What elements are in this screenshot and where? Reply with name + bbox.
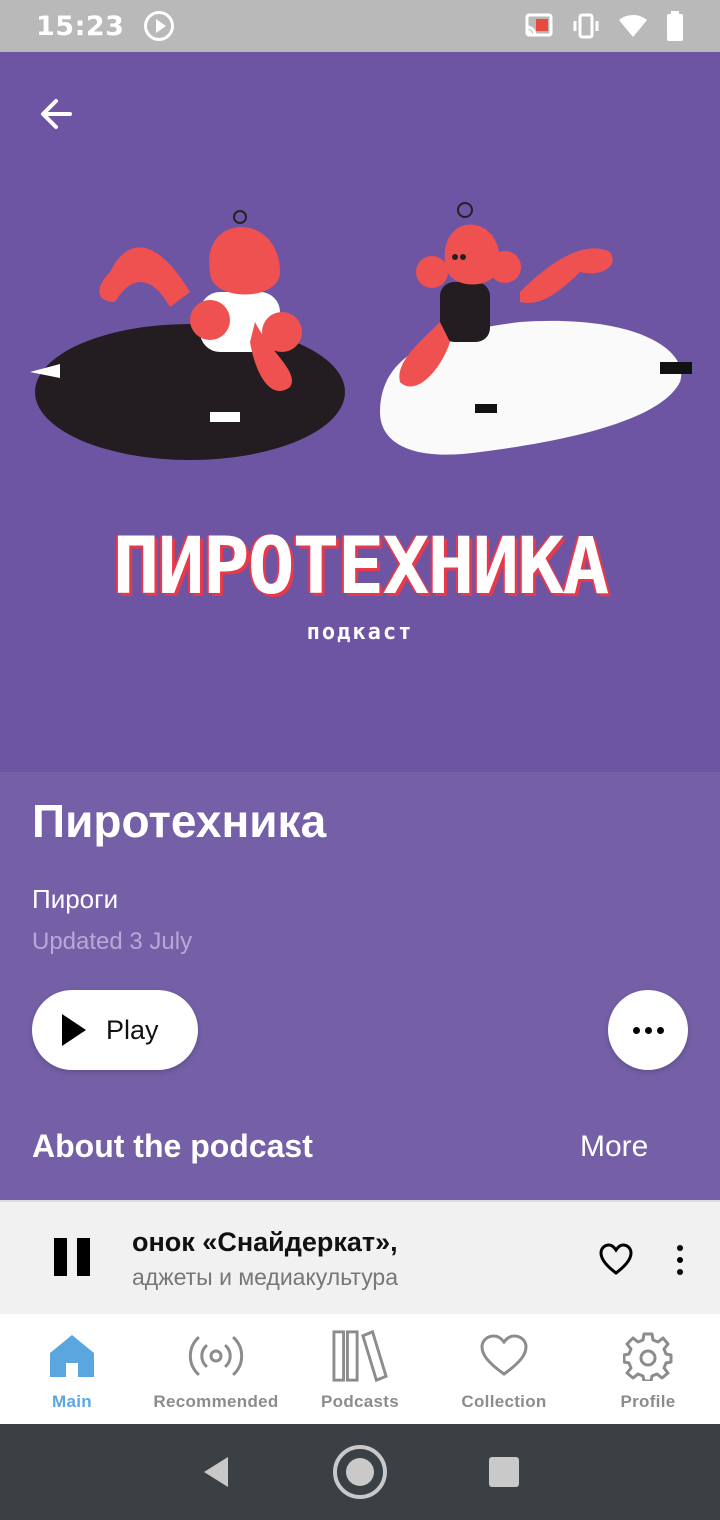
podcast-author[interactable]: Пироги	[32, 884, 118, 915]
status-icons	[524, 11, 684, 41]
dot-icon	[677, 1269, 683, 1275]
about-heading: About the podcast	[32, 1128, 313, 1164]
nav-label: Collection	[461, 1392, 547, 1411]
nav-item-recommended[interactable]: Recommended	[144, 1314, 288, 1424]
broadcast-icon	[188, 1328, 244, 1384]
nav-label: Profile	[620, 1392, 676, 1411]
podcast-updated-date: Updated 3 July	[32, 928, 193, 955]
dot-icon	[644, 1026, 652, 1034]
play-label: Play	[106, 1014, 159, 1045]
nav-item-main[interactable]: Main	[0, 1314, 144, 1424]
books-icon	[332, 1328, 388, 1384]
nav-label: Recommended	[153, 1392, 279, 1411]
status-bar: 15:23	[0, 0, 720, 52]
cover-subtitle-art: подкаст	[306, 620, 414, 645]
nav-item-profile[interactable]: Profile	[576, 1314, 720, 1424]
more-options-button[interactable]	[608, 990, 688, 1070]
heart-outline-icon	[599, 1243, 633, 1275]
mini-player-menu-button[interactable]	[668, 1240, 692, 1280]
like-button[interactable]	[598, 1242, 634, 1278]
cover-illustration	[30, 202, 692, 460]
wifi-icon	[619, 14, 647, 37]
media-playing-icon	[144, 11, 175, 41]
dot-icon	[677, 1257, 683, 1263]
mini-player-subtitle: аджеты и медиакультура	[132, 1264, 399, 1290]
mini-player-text[interactable]: онок «Снайдеркат», аджеты и медиакультур…	[132, 1224, 542, 1294]
pause-button[interactable]	[54, 1238, 90, 1276]
podcast-cover-art: ПИРОТЕХНИКА подкаст	[0, 52, 720, 772]
mini-player-title: онок «Снайдеркат»,	[132, 1227, 398, 1257]
pause-bar	[77, 1238, 90, 1276]
heart-icon	[476, 1328, 532, 1384]
about-more-link[interactable]: More	[580, 1130, 648, 1164]
cast-icon	[525, 13, 553, 37]
podcast-title: Пиротехника	[32, 795, 327, 847]
mini-player[interactable]: онок «Снайдеркат», аджеты и медиакультур…	[0, 1200, 720, 1314]
system-recents-icon[interactable]	[488, 1456, 520, 1488]
nav-item-podcasts[interactable]: Podcasts	[288, 1314, 432, 1424]
battery-icon	[667, 11, 683, 41]
play-button[interactable]: Play	[32, 990, 198, 1070]
system-home-icon[interactable]	[331, 1443, 389, 1501]
system-nav-bar	[0, 1424, 720, 1520]
nav-label: Podcasts	[321, 1392, 399, 1411]
dot-icon	[656, 1026, 664, 1034]
cover-title-art: ПИРОТЕХНИКА	[112, 522, 610, 612]
dot-icon	[632, 1026, 640, 1034]
nav-item-collection[interactable]: Collection	[432, 1314, 576, 1424]
dot-icon	[677, 1245, 683, 1251]
nav-label: Main	[52, 1392, 92, 1411]
gear-icon	[620, 1328, 676, 1384]
bottom-nav: Main Recommended Podcasts Collection Pro…	[0, 1314, 720, 1424]
system-back-icon[interactable]	[200, 1455, 232, 1489]
vibrate-icon	[573, 13, 599, 39]
home-icon	[44, 1328, 100, 1384]
pause-bar	[54, 1238, 67, 1276]
play-icon	[62, 1014, 86, 1046]
podcast-info: Пиротехника Пироги Updated 3 July Play A…	[0, 772, 720, 1200]
status-time: 15:23	[36, 10, 125, 42]
